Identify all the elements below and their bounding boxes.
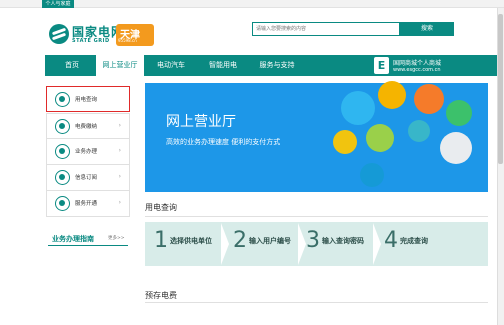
search-icon [341, 91, 375, 125]
guide-item[interactable] [52, 276, 126, 284]
magnifier-icon [55, 92, 70, 107]
sidebar-item-label: 信息订阅 [75, 175, 98, 181]
nav-item-service[interactable]: 服务与支持 [252, 55, 302, 76]
step-number: 4 [384, 228, 398, 253]
tools-icon [360, 163, 384, 187]
mall-url[interactable]: www.esgcc.com.cn [393, 67, 441, 73]
mall-logo-icon[interactable]: E [374, 57, 389, 74]
search-input[interactable] [252, 22, 400, 36]
step-number: 3 [306, 228, 320, 253]
chevron-right-icon: › [118, 147, 121, 154]
computer-icon [366, 124, 394, 152]
step-number: 2 [233, 228, 247, 253]
edit-icon [333, 130, 357, 154]
sidebar-item-label: 用电查询 [75, 97, 98, 103]
sidebar-item-label: 服务开通 [75, 201, 98, 207]
banner-subtitle: 高效的业务办理速度 便利的支付方式 [166, 138, 281, 146]
guide-item[interactable] [52, 264, 126, 272]
step-title: 选择供电单位 [170, 237, 212, 245]
search-button[interactable]: 搜索 [400, 22, 454, 36]
step-arrow [373, 223, 381, 265]
nav-item-home[interactable]: 首页 [55, 55, 89, 76]
chevron-right-icon: › [118, 173, 121, 180]
document-icon [55, 144, 70, 159]
step-title: 输入查询密码 [322, 237, 364, 245]
monitor-icon [55, 170, 70, 185]
guide-more-link[interactable]: 更多>> [108, 235, 125, 241]
money-icon [414, 84, 444, 114]
nav-item-smart-power[interactable]: 智能用电 [202, 55, 244, 76]
card-icon [378, 81, 406, 109]
state-grid-logo-icon[interactable] [49, 24, 69, 44]
step-arrow [221, 223, 229, 265]
guide-title: 业务办理指南 [52, 235, 94, 243]
step-number: 1 [154, 228, 168, 253]
prepay-divider [145, 302, 488, 303]
step-title: 完成查询 [400, 237, 428, 245]
sidebar-item-label: 电费缴纳 [75, 124, 98, 130]
chevron-right-icon: › [118, 199, 121, 206]
sidebar-item-business[interactable]: 业务办理 › [46, 139, 130, 165]
step-arrow [298, 223, 306, 265]
sidebar-item-usage-query[interactable]: 用电查询 [46, 86, 130, 112]
sidebar-item-activate[interactable]: 服务开通 › [46, 191, 130, 217]
guide-item[interactable] [52, 288, 126, 296]
sidebar-item-pay-bill[interactable]: 电费缴纳 › [46, 113, 130, 139]
region-site: 95598.cn [118, 38, 137, 43]
prepay-heading: 预存电费 [145, 291, 177, 300]
logo-subtitle: STATE GRID [72, 38, 110, 44]
tab-personal[interactable]: 个人与家庭 [42, 0, 74, 8]
coin-icon [55, 119, 70, 134]
nav-item-online-hall[interactable]: 网上营业厅 [96, 55, 144, 76]
nav-item-ev[interactable]: 电动汽车 [150, 55, 192, 76]
card-icon [55, 196, 70, 211]
banner-title: 网上营业厅 [166, 114, 236, 130]
sidebar-item-label: 业务办理 [75, 149, 98, 155]
scrollbar-thumb[interactable] [498, 14, 503, 164]
guide-item[interactable] [52, 300, 126, 308]
step-title: 输入用户编号 [249, 237, 291, 245]
guide-divider [48, 245, 128, 246]
document-icon [446, 100, 472, 126]
mouse-icon [440, 132, 472, 164]
guide-item[interactable] [52, 252, 126, 260]
tab-company[interactable] [76, 0, 106, 8]
sidebar-item-subscribe[interactable]: 信息订阅 › [46, 165, 130, 191]
mall-title[interactable]: 国网商城个人商城 [393, 58, 441, 67]
check-icon [408, 120, 430, 142]
query-divider [145, 216, 488, 217]
chevron-right-icon: › [118, 122, 121, 129]
query-heading: 用电查询 [145, 203, 177, 212]
